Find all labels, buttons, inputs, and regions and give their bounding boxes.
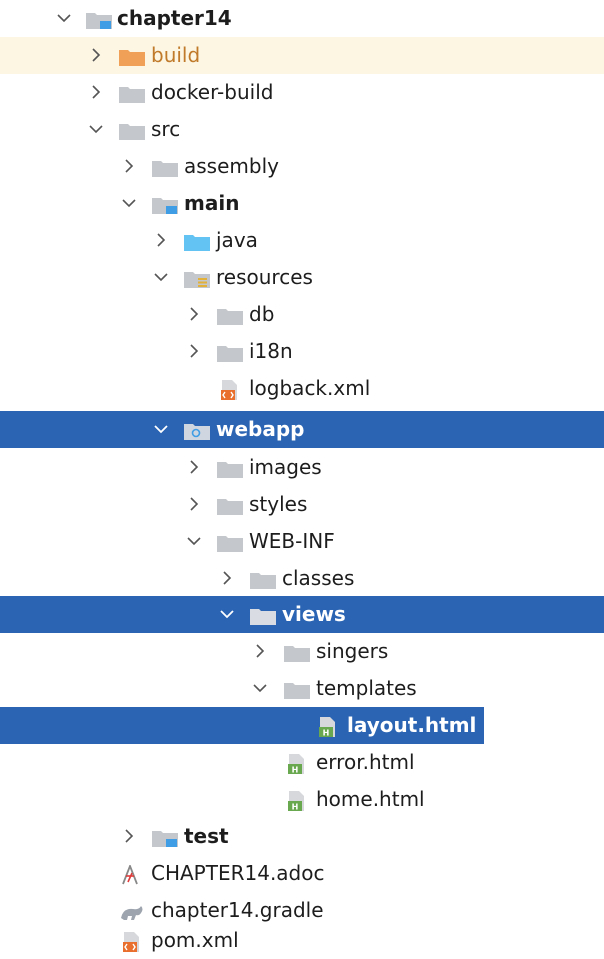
folder-icon	[118, 121, 146, 141]
chevron-right-icon[interactable]	[251, 642, 269, 660]
chevron-down-icon[interactable]	[251, 679, 269, 697]
html-file-icon	[283, 754, 311, 774]
tree-item-label: logback.xml	[249, 376, 371, 400]
folder-icon	[249, 570, 277, 590]
web-folder-icon	[183, 421, 211, 441]
tree-item-label: webapp	[216, 417, 305, 441]
module-folder-icon	[151, 195, 179, 215]
tree-item-label: layout.html	[347, 713, 477, 737]
tree-row-layout-html[interactable]: layout.html	[0, 707, 604, 744]
chevron-down-icon[interactable]	[152, 268, 170, 286]
tree-item-label: home.html	[316, 787, 425, 811]
chevron-right-icon[interactable]	[152, 231, 170, 249]
tree-row-docker-build[interactable]: docker-build	[0, 74, 604, 111]
chevron-down-icon[interactable]	[185, 532, 203, 550]
chevron-right-icon[interactable]	[120, 827, 138, 845]
tree-item-label: singers	[316, 639, 389, 663]
folder-icon	[216, 343, 244, 363]
tree-row-main[interactable]: main	[0, 185, 604, 222]
tree-item-label: assembly	[184, 154, 279, 178]
chevron-down-icon[interactable]	[120, 194, 138, 212]
chevron-right-icon[interactable]	[185, 495, 203, 513]
tree-item-label: docker-build	[151, 80, 274, 104]
tree-item-label: CHAPTER14.adoc	[151, 861, 325, 885]
html-file-icon	[314, 717, 342, 737]
tree-item-label: chapter14.gradle	[151, 898, 324, 922]
tree-item-label: i18n	[249, 339, 293, 363]
chevron-right-icon[interactable]	[87, 83, 105, 101]
folder-icon	[216, 459, 244, 479]
module-folder-icon	[151, 828, 179, 848]
tree-item-label: styles	[249, 492, 308, 516]
tree-row-resources[interactable]: resources	[0, 259, 604, 296]
folder-icon	[151, 158, 179, 178]
tree-row-web-inf[interactable]: WEB-INF	[0, 523, 604, 560]
source-root-folder-icon	[183, 232, 211, 252]
tree-row-i18n[interactable]: i18n	[0, 333, 604, 370]
chevron-right-icon[interactable]	[185, 342, 203, 360]
module-folder-icon	[85, 10, 113, 30]
tree-item-label: main	[184, 191, 240, 215]
tree-row-home-html[interactable]: home.html	[0, 781, 604, 818]
tree-row-images[interactable]: images	[0, 449, 604, 486]
tree-row-logback-xml[interactable]: logback.xml	[0, 370, 604, 407]
asciidoc-file-icon	[118, 865, 146, 885]
tree-row-singers[interactable]: singers	[0, 633, 604, 670]
tree-item-label: resources	[216, 265, 313, 289]
tree-item-label: src	[151, 117, 181, 141]
folder-icon	[249, 606, 277, 626]
tree-row-src[interactable]: src	[0, 111, 604, 148]
chevron-right-icon[interactable]	[87, 46, 105, 64]
tree-row-chapter14-adoc[interactable]: CHAPTER14.adoc	[0, 855, 604, 892]
tree-row-views[interactable]: views	[0, 596, 604, 633]
folder-icon	[216, 306, 244, 326]
tree-row-error-html[interactable]: error.html	[0, 744, 604, 781]
tree-row-pom-xml[interactable]: pom.xml	[0, 922, 604, 959]
chevron-down-icon[interactable]	[55, 9, 73, 27]
tree-item-label: test	[184, 824, 229, 848]
maven-file-icon	[118, 932, 146, 952]
tree-row-classes[interactable]: classes	[0, 560, 604, 597]
tree-item-label: images	[249, 455, 322, 479]
tree-item-label: db	[249, 302, 275, 326]
resources-root-folder-icon	[183, 269, 211, 289]
folder-icon	[216, 496, 244, 516]
tree-row-webapp[interactable]: webapp	[0, 411, 604, 448]
tree-item-label: build	[151, 43, 201, 67]
chevron-right-icon[interactable]	[185, 305, 203, 323]
chevron-right-icon[interactable]	[218, 569, 236, 587]
chevron-right-icon[interactable]	[120, 157, 138, 175]
tree-item-label: templates	[316, 676, 417, 700]
tree-row-db[interactable]: db	[0, 296, 604, 333]
folder-icon	[283, 643, 311, 663]
chevron-down-icon[interactable]	[218, 605, 236, 623]
folder-icon	[216, 533, 244, 553]
tree-item-label: WEB-INF	[249, 529, 335, 553]
chevron-right-icon[interactable]	[185, 458, 203, 476]
gradle-file-icon	[118, 902, 146, 922]
folder-icon	[283, 680, 311, 700]
tree-item-label: classes	[282, 566, 355, 590]
tree-row-test[interactable]: test	[0, 818, 604, 855]
tree-item-label: java	[216, 228, 258, 252]
tree-row-templates[interactable]: templates	[0, 670, 604, 707]
tree-row-styles[interactable]: styles	[0, 486, 604, 523]
tree-row-build[interactable]: build	[0, 37, 604, 74]
tree-row-assembly[interactable]: assembly	[0, 148, 604, 185]
xml-file-icon	[216, 380, 244, 400]
tree-item-label: chapter14	[117, 6, 232, 30]
tree-item-label: pom.xml	[151, 928, 239, 952]
html-file-icon	[283, 791, 311, 811]
tree-item-label: views	[282, 602, 346, 626]
folder-icon	[118, 84, 146, 104]
tree-item-label: error.html	[316, 750, 415, 774]
tree-row-chapter14[interactable]: chapter14	[0, 0, 604, 37]
tree-row-java[interactable]: java	[0, 222, 604, 259]
chevron-down-icon[interactable]	[152, 420, 170, 438]
chevron-down-icon[interactable]	[87, 120, 105, 138]
excluded-folder-icon	[118, 47, 146, 67]
